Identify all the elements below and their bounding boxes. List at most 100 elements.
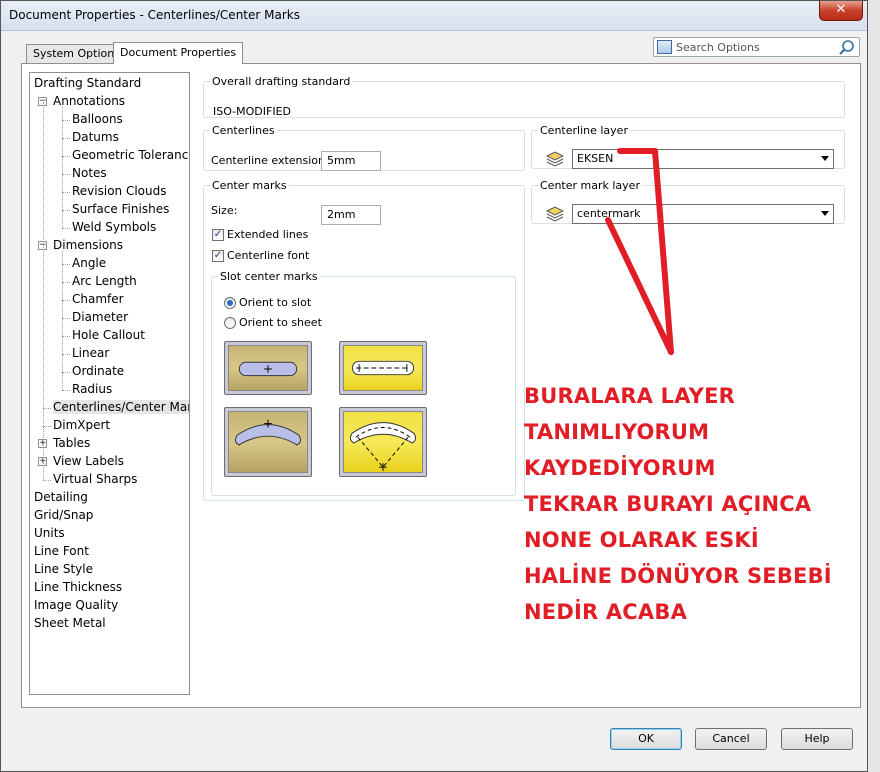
tree-item[interactable]: Sheet Metal	[34, 615, 106, 631]
tree-item[interactable]: View Labels	[53, 453, 124, 469]
cancel-button[interactable]: Cancel	[695, 728, 767, 750]
tree-item-label: Ordinate	[72, 364, 125, 378]
orient-to-slot-radio[interactable]	[224, 297, 236, 309]
tree-item-label: Hole Callout	[72, 328, 145, 342]
tree-connector	[62, 300, 70, 301]
tree-item-label: Chamfer	[72, 292, 124, 306]
tree-item-label: Weld Symbols	[72, 220, 157, 234]
slot-center-marks-group: Slot center marks Orient to slot Orient …	[211, 270, 516, 496]
arc-slot-oriented-button[interactable]	[224, 407, 312, 477]
annotation-line: HALİNE DÖNÜYOR SEBEBİ	[524, 564, 832, 588]
overall-drafting-standard-group: Overall drafting standard ISO-MODIFIED	[203, 75, 845, 118]
search-icon[interactable]	[838, 39, 856, 56]
tab-system-options[interactable]: System Options	[26, 44, 127, 63]
tree-item-label: Units	[34, 526, 65, 540]
centerline-font-label: Centerline font	[227, 249, 310, 262]
tree-item[interactable]: Weld Symbols	[72, 219, 156, 235]
tree-item[interactable]: Linear	[72, 345, 109, 361]
tree-connector	[62, 174, 70, 175]
annotation-line: BURALARA LAYER	[524, 384, 735, 408]
tree-connector	[62, 264, 70, 265]
tree-item-label: Line Style	[34, 562, 93, 576]
tab-document-properties[interactable]: Document Properties	[113, 42, 244, 64]
tree-item-label: Geometric Tolerances	[72, 148, 190, 162]
centerline-extension-label: Centerline extension:	[211, 154, 329, 167]
tree-connector	[62, 156, 70, 157]
tree-connector	[62, 138, 70, 139]
centerline-font-checkbox[interactable]: ✓	[212, 250, 224, 262]
tree-item[interactable]: Notes	[72, 165, 107, 181]
tree-connector	[62, 390, 70, 391]
tree-connector	[62, 318, 70, 319]
tree-item[interactable]: Dimensions	[53, 237, 123, 253]
arc-slot-sheet-button[interactable]	[339, 407, 427, 477]
straight-slot-sheet-button[interactable]	[339, 341, 427, 395]
tree-connector	[62, 282, 70, 283]
center-mark-size-input[interactable]: 2mm	[321, 205, 381, 225]
annotation-text: BURALARA LAYER TANIMLIYORUM KAYDEDİYORUM TE…	[524, 378, 864, 630]
orient-to-sheet-radio[interactable]	[224, 317, 236, 329]
straight-slot-extended-icon	[343, 345, 423, 391]
tree-item[interactable]: Line Thickness	[34, 579, 122, 595]
tree-item[interactable]: Line Style	[34, 561, 93, 577]
tree-item[interactable]: Units	[34, 525, 65, 541]
centerline-layer-group: Centerline layer EKSEN	[531, 124, 845, 169]
tree-item[interactable]: Geometric Tolerances	[72, 147, 190, 163]
tree-connector	[62, 120, 70, 121]
chevron-down-icon	[821, 211, 829, 216]
orient-to-slot-label: Orient to slot	[239, 296, 312, 309]
tree-item[interactable]: Centerlines/Center Marks	[53, 399, 189, 415]
extended-lines-checkbox[interactable]: ✓	[212, 229, 224, 241]
tree-item[interactable]: Balloons	[72, 111, 123, 127]
tree-item[interactable]: Arc Length	[72, 273, 137, 289]
tree-item[interactable]: Detailing	[34, 489, 88, 505]
tree-item-label: Grid/Snap	[34, 508, 94, 522]
tree-item-label: Linear	[72, 346, 110, 360]
tree-item[interactable]: Annotations	[53, 93, 125, 109]
centerline-extension-input[interactable]: 5mm	[321, 151, 381, 171]
annotation-line: KAYDEDİYORUM	[524, 456, 716, 480]
search-input[interactable]: Search Options	[653, 37, 860, 57]
tree-item[interactable]: Virtual Sharps	[53, 471, 137, 487]
tree-item[interactable]: Chamfer	[72, 291, 124, 307]
centerline-layer-select[interactable]: EKSEN	[572, 149, 834, 169]
options-tree[interactable]: Drafting Standard Annotations − Balloons Dat…	[29, 72, 190, 695]
tree-item[interactable]: Radius	[72, 381, 112, 397]
center-mark-layer-label: Center mark layer	[540, 179, 640, 192]
tree-item-label: Line Font	[34, 544, 89, 558]
tree-item[interactable]: Grid/Snap	[34, 507, 93, 523]
tree-connector	[43, 426, 51, 427]
tree-item-label: Radius	[72, 382, 113, 396]
tree-item-label: Notes	[72, 166, 107, 180]
tree-item[interactable]: Line Font	[34, 543, 89, 559]
tree-connector	[43, 102, 44, 480]
straight-slot-oriented-button[interactable]	[224, 341, 312, 395]
close-button[interactable]: ✕	[819, 1, 863, 21]
tree-item-label: Centerlines/Center Marks	[53, 400, 189, 414]
slot-center-marks-label: Slot center marks	[220, 270, 318, 283]
tree-item[interactable]: Hole Callout	[72, 327, 145, 343]
tree-item[interactable]: Image Quality	[34, 597, 118, 613]
center-mark-layer-select[interactable]: centermark	[572, 204, 834, 224]
tree-connector	[62, 354, 70, 355]
tree-item[interactable]: Datums	[72, 129, 119, 145]
tree-item[interactable]: Drafting Standard	[34, 75, 141, 91]
help-button[interactable]: Help	[781, 728, 853, 750]
annotation-line: NONE OLARAK ESKİ	[524, 528, 759, 552]
tree-item-label: Balloons	[72, 112, 123, 126]
tree-item[interactable]: Angle	[72, 255, 106, 271]
chevron-down-icon	[821, 156, 829, 161]
tree-item[interactable]: DimXpert	[53, 417, 110, 433]
tree-item-label: Dimensions	[53, 238, 124, 252]
tree-connector	[62, 210, 70, 211]
ok-button[interactable]: OK	[610, 728, 682, 750]
centerlines-group: Centerlines Centerline extension: 5mm	[203, 124, 525, 171]
tree-item[interactable]: Tables	[53, 435, 90, 451]
layers-icon	[546, 151, 564, 167]
search-placeholder: Search Options	[676, 41, 760, 54]
tree-item[interactable]: Ordinate	[72, 363, 124, 379]
center-mark-layer-group: Center mark layer centermark	[531, 179, 845, 224]
tree-item[interactable]: Revision Clouds	[72, 183, 167, 199]
tree-item[interactable]: Diameter	[72, 309, 128, 325]
tree-item[interactable]: Surface Finishes	[72, 201, 169, 217]
